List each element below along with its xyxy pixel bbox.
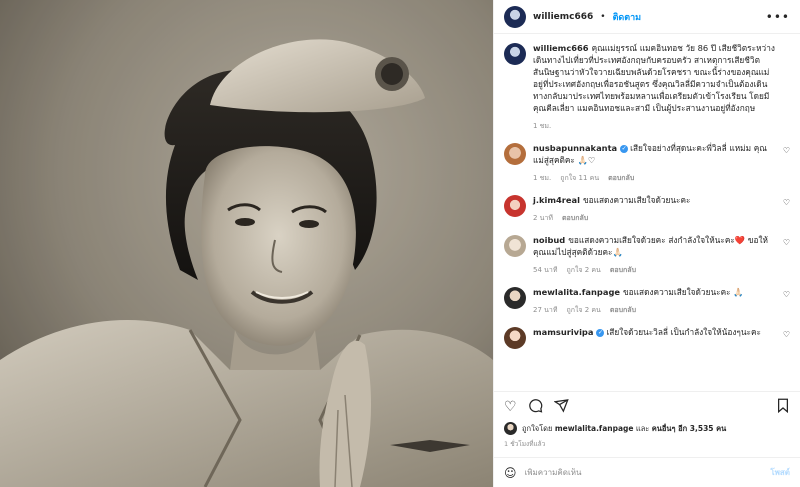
comment-username[interactable]: mamsurivipa bbox=[533, 327, 593, 337]
comment-meta: 1 ชม. ถูกใจ 11 คน ตอบกลับ bbox=[533, 172, 776, 184]
comment-icon[interactable] bbox=[528, 398, 543, 417]
comment-avatar[interactable] bbox=[504, 327, 526, 349]
vintage-portrait-image bbox=[0, 0, 493, 487]
comment-body: mewlalita.fanpage ขอแสดงความเสียใจด้วยนะค… bbox=[533, 286, 790, 316]
heart-icon[interactable]: ♡ bbox=[504, 399, 517, 415]
post-time: 1 ชั่วโมงที่แล้ว bbox=[504, 440, 546, 448]
comment-item: nusbapunnakanta ✓ เสียใจอย่างที่สุดนะคะพี่… bbox=[504, 142, 790, 184]
comment-heart-icon[interactable]: ♡ bbox=[783, 146, 790, 155]
comment-avatar[interactable] bbox=[504, 143, 526, 165]
comment-avatar[interactable] bbox=[504, 287, 526, 309]
post-header: williemc666 • ติดตาม ••• bbox=[494, 0, 800, 34]
comment-time: 54 นาที bbox=[533, 266, 558, 274]
liked-by-text: ถูกใจโดย mewlalita.fanpage และ คนอื่นๆ อ… bbox=[522, 423, 726, 435]
comment-heart-icon[interactable]: ♡ bbox=[783, 198, 790, 207]
reply-button[interactable]: ตอบกลับ bbox=[608, 172, 634, 184]
comment-likes[interactable]: ถูกใจ 2 คน bbox=[566, 264, 600, 276]
post-photo[interactable] bbox=[0, 0, 493, 487]
comment-text: ขอแสดงความเสียใจด้วยนะคะ 🙏🏻 bbox=[623, 287, 744, 297]
action-icons: ♡ bbox=[504, 398, 790, 416]
author-username[interactable]: williemc666 bbox=[533, 12, 593, 22]
comments-list[interactable]: williemc666 คุณแม่ยุรรณ์ แมคอินทอช วัย 86… bbox=[494, 34, 800, 391]
caption-meta: 1 ชม. bbox=[533, 120, 776, 132]
more-horizontal-icon[interactable]: ••• bbox=[766, 10, 790, 24]
comment-time: 2 นาที bbox=[533, 214, 554, 222]
comment-meta: 27 นาที ถูกใจ 2 คน ตอบกลับ bbox=[533, 304, 776, 316]
emoji-icon[interactable]: ☺ bbox=[504, 466, 517, 480]
comment-avatar[interactable] bbox=[504, 195, 526, 217]
comment-meta: 2 นาที ตอบกลับ bbox=[533, 212, 776, 224]
liked-by: ถูกใจโดย mewlalita.fanpage และ คนอื่นๆ อ… bbox=[504, 422, 790, 435]
comment-body: mamsurivipa ✓ เสียใจด้วยนะวิลลี่ เป็นกำลัง… bbox=[533, 326, 790, 349]
comment-body: noibud ขอแสดงความเสียใจด้วยคะ ส่งกำลังใจใ… bbox=[533, 234, 790, 276]
caption-text: คุณแม่ยุรรณ์ แมคอินทอช วัย 86 ปี เสียชีว… bbox=[533, 43, 775, 113]
comment-body: j.kim4real ขอแสดงความเสียใจด้วยนะคะ 2 นาท… bbox=[533, 194, 790, 224]
caption-time: 1 ชม. bbox=[533, 122, 552, 130]
post-side-panel: williemc666 • ติดตาม ••• williemc666 คุณแ… bbox=[493, 0, 800, 487]
comment-text: ขอแสดงความเสียใจด้วยนะคะ bbox=[582, 195, 691, 205]
comment-username[interactable]: nusbapunnakanta bbox=[533, 143, 617, 153]
comment-heart-icon[interactable]: ♡ bbox=[783, 330, 790, 339]
comment-text: เสียใจด้วยนะวิลลี่ เป็นกำลังใจให้น้องๆนะ… bbox=[606, 327, 761, 337]
comment-username[interactable]: mewlalita.fanpage bbox=[533, 287, 620, 297]
comment-username[interactable]: j.kim4real bbox=[533, 195, 580, 205]
reply-button[interactable]: ตอบกลับ bbox=[562, 212, 588, 224]
comment-time: 27 นาที bbox=[533, 306, 558, 314]
comment-heart-icon[interactable]: ♡ bbox=[783, 290, 790, 299]
comment-avatar[interactable] bbox=[504, 235, 526, 257]
bookmark-icon[interactable] bbox=[776, 398, 790, 417]
reply-button[interactable]: ตอบกลับ bbox=[610, 304, 636, 316]
author-avatar[interactable] bbox=[504, 5, 526, 28]
caption-avatar[interactable] bbox=[504, 43, 526, 65]
verified-badge-icon: ✓ bbox=[620, 145, 629, 153]
post-modal: williemc666 • ติดตาม ••• williemc666 คุณแ… bbox=[0, 0, 800, 487]
comment-heart-icon[interactable]: ♡ bbox=[783, 238, 790, 247]
reply-button[interactable]: ตอบกลับ bbox=[610, 264, 636, 276]
liked-by-others[interactable]: คนอื่นๆ อีก 3,535 คน bbox=[652, 424, 727, 433]
share-icon[interactable] bbox=[553, 398, 569, 417]
caption-body: williemc666 คุณแม่ยุรรณ์ แมคอินทอช วัย 86… bbox=[533, 42, 790, 132]
comment-input[interactable] bbox=[524, 468, 763, 477]
caption-username[interactable]: williemc666 bbox=[533, 43, 589, 53]
comment-username[interactable]: noibud bbox=[533, 235, 565, 245]
caption: williemc666 คุณแม่ยุรรณ์ แมคอินทอช วัย 86… bbox=[504, 42, 790, 132]
comment-time: 1 ชม. bbox=[533, 174, 552, 182]
comment-item: j.kim4real ขอแสดงความเสียใจด้วยนะคะ 2 นาท… bbox=[504, 194, 790, 224]
add-comment-bar: ☺ โพสต์ bbox=[494, 457, 800, 487]
separator-dot: • bbox=[600, 11, 606, 22]
liked-by-prefix: ถูกใจโดย bbox=[522, 423, 553, 433]
comment-body: nusbapunnakanta ✓ เสียใจอย่างที่สุดนะคะพี่… bbox=[533, 142, 790, 184]
comment-likes[interactable]: ถูกใจ 2 คน bbox=[566, 304, 600, 316]
liked-by-and: และ bbox=[635, 423, 650, 433]
comment-item: mamsurivipa ✓ เสียใจด้วยนะวิลลี่ เป็นกำลัง… bbox=[504, 326, 790, 349]
comment-text: ขอแสดงความเสียใจด้วยคะ ส่งกำลังใจให้นะคะ… bbox=[533, 235, 768, 257]
liked-by-user[interactable]: mewlalita.fanpage bbox=[555, 424, 634, 433]
liked-by-avatar[interactable] bbox=[504, 422, 517, 435]
comment-likes[interactable]: ถูกใจ 11 คน bbox=[560, 172, 599, 184]
verified-badge-icon: ✓ bbox=[596, 329, 605, 337]
post-actions: ♡ ถูกใจโดย mewlalita.fanpage และ คนอื่นๆ bbox=[494, 391, 800, 449]
comment-meta: 54 นาที ถูกใจ 2 คน ตอบกลับ bbox=[533, 264, 776, 276]
comment-item: noibud ขอแสดงความเสียใจด้วยคะ ส่งกำลังใจใ… bbox=[504, 234, 790, 276]
comment-item: mewlalita.fanpage ขอแสดงความเสียใจด้วยนะค… bbox=[504, 286, 790, 316]
follow-button[interactable]: ติดตาม bbox=[613, 10, 642, 24]
post-comment-button[interactable]: โพสต์ bbox=[770, 466, 790, 479]
